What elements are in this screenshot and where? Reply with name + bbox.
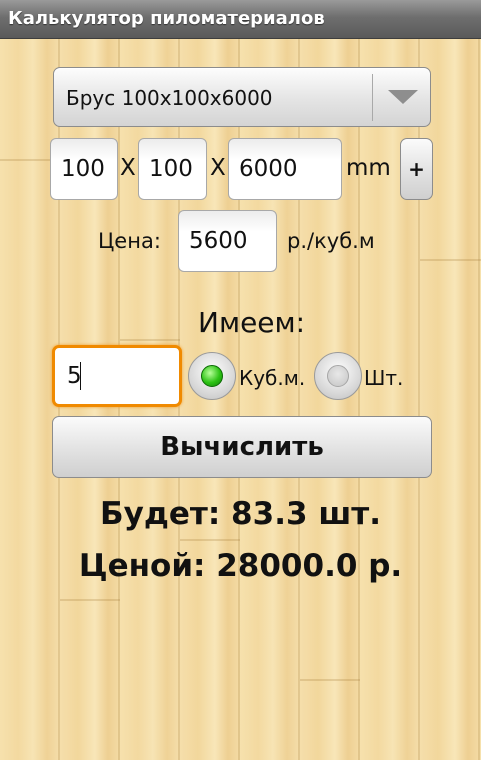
dimension-separator-1: X bbox=[120, 155, 136, 181]
chevron-down-icon bbox=[388, 90, 418, 104]
unit-label: mm bbox=[346, 155, 391, 181]
price-label: Цена: bbox=[98, 229, 161, 253]
have-label: Имеем: bbox=[198, 306, 306, 339]
radio-cubic-meters-label: Куб.м. bbox=[239, 366, 306, 390]
spinner-divider bbox=[372, 74, 373, 121]
result-quantity: Будет: 83.3 шт. bbox=[100, 496, 381, 532]
result-total-price: Ценой: 28000.0 р. bbox=[78, 548, 403, 584]
radio-cubic-meters[interactable] bbox=[188, 352, 236, 400]
app-title: Калькулятор пиломатериалов bbox=[8, 8, 325, 29]
radio-unselected-indicator bbox=[327, 365, 349, 387]
text-cursor bbox=[80, 362, 81, 390]
lumber-type-select[interactable]: Брус 100х100х6000 bbox=[53, 67, 431, 127]
radio-selected-indicator bbox=[201, 365, 223, 387]
length-input[interactable]: 6000 bbox=[228, 138, 342, 200]
title-bar: Калькулятор пиломатериалов bbox=[0, 0, 481, 39]
price-unit-label: р./куб.м bbox=[287, 229, 375, 253]
quantity-input[interactable]: 5 bbox=[52, 345, 182, 407]
price-input[interactable]: 5600 bbox=[178, 210, 277, 272]
height-input[interactable]: 100 bbox=[138, 138, 207, 200]
add-dimension-button[interactable]: + bbox=[400, 138, 433, 200]
lumber-type-value: Брус 100х100х6000 bbox=[66, 86, 273, 110]
radio-pieces[interactable] bbox=[314, 352, 362, 400]
calculate-button[interactable]: Вычислить bbox=[52, 416, 432, 478]
dimension-separator-2: X bbox=[210, 155, 226, 181]
radio-pieces-label: Шт. bbox=[364, 366, 404, 390]
width-input[interactable]: 100 bbox=[50, 138, 118, 200]
